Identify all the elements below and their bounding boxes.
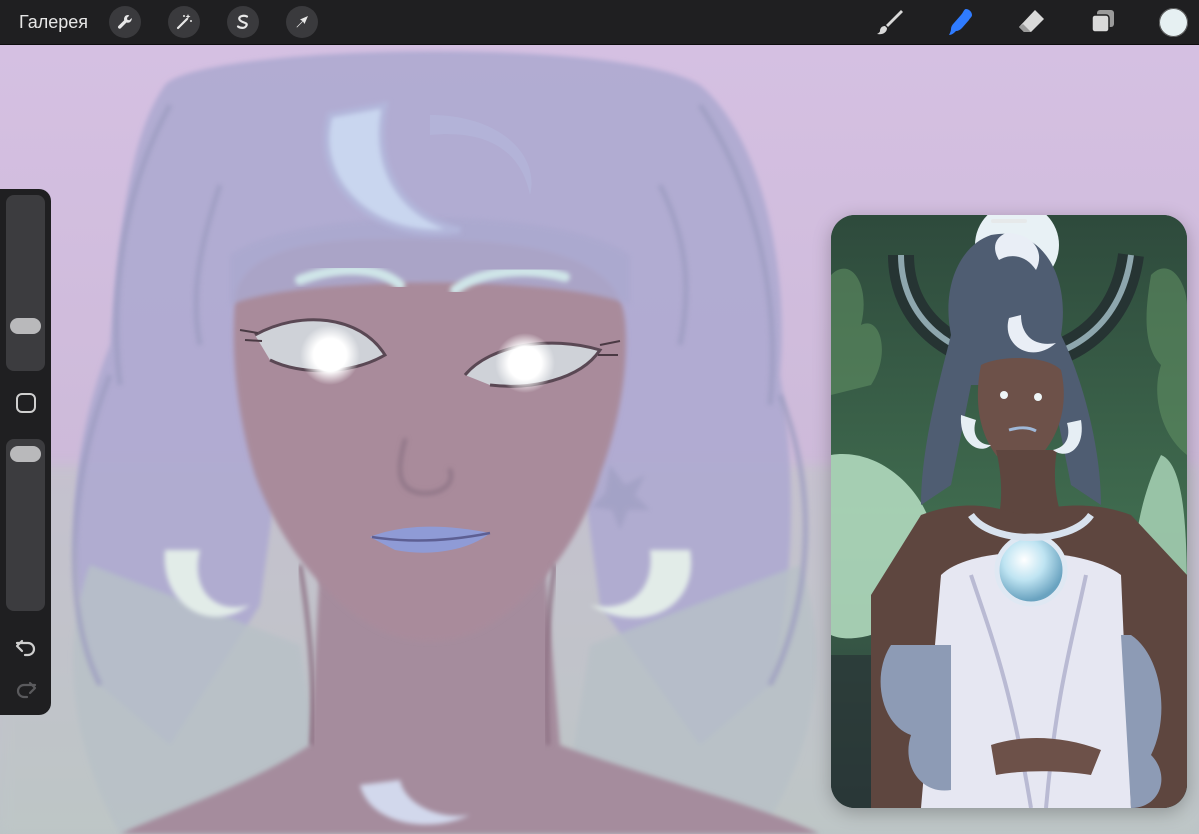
brush-size-thumb[interactable] — [10, 317, 41, 334]
brush-size-slider[interactable] — [6, 195, 45, 371]
wrench-icon[interactable] — [109, 6, 141, 38]
magic-wand-icon[interactable] — [168, 6, 200, 38]
redo-icon[interactable] — [12, 675, 39, 702]
undo-icon[interactable] — [12, 633, 39, 660]
square-icon[interactable] — [12, 389, 39, 416]
reference-window[interactable] — [831, 215, 1187, 808]
left-sidebar — [0, 189, 51, 715]
transform-arrow-icon[interactable] — [286, 6, 318, 38]
eraser-icon[interactable] — [1015, 7, 1047, 37]
layers-icon[interactable] — [1087, 7, 1119, 37]
reference-image — [831, 215, 1187, 808]
reference-grab-handle[interactable] — [991, 219, 1027, 223]
opacity-slider[interactable] — [6, 439, 45, 611]
top-toolbar: Галерея — [0, 0, 1199, 45]
opacity-thumb[interactable] — [10, 445, 41, 462]
color-picker-swatch[interactable] — [1159, 8, 1188, 37]
brush-icon[interactable] — [874, 7, 906, 37]
selection-s-icon[interactable] — [227, 6, 259, 38]
smudge-icon[interactable] — [944, 7, 976, 37]
gallery-button[interactable]: Галерея — [19, 0, 88, 44]
